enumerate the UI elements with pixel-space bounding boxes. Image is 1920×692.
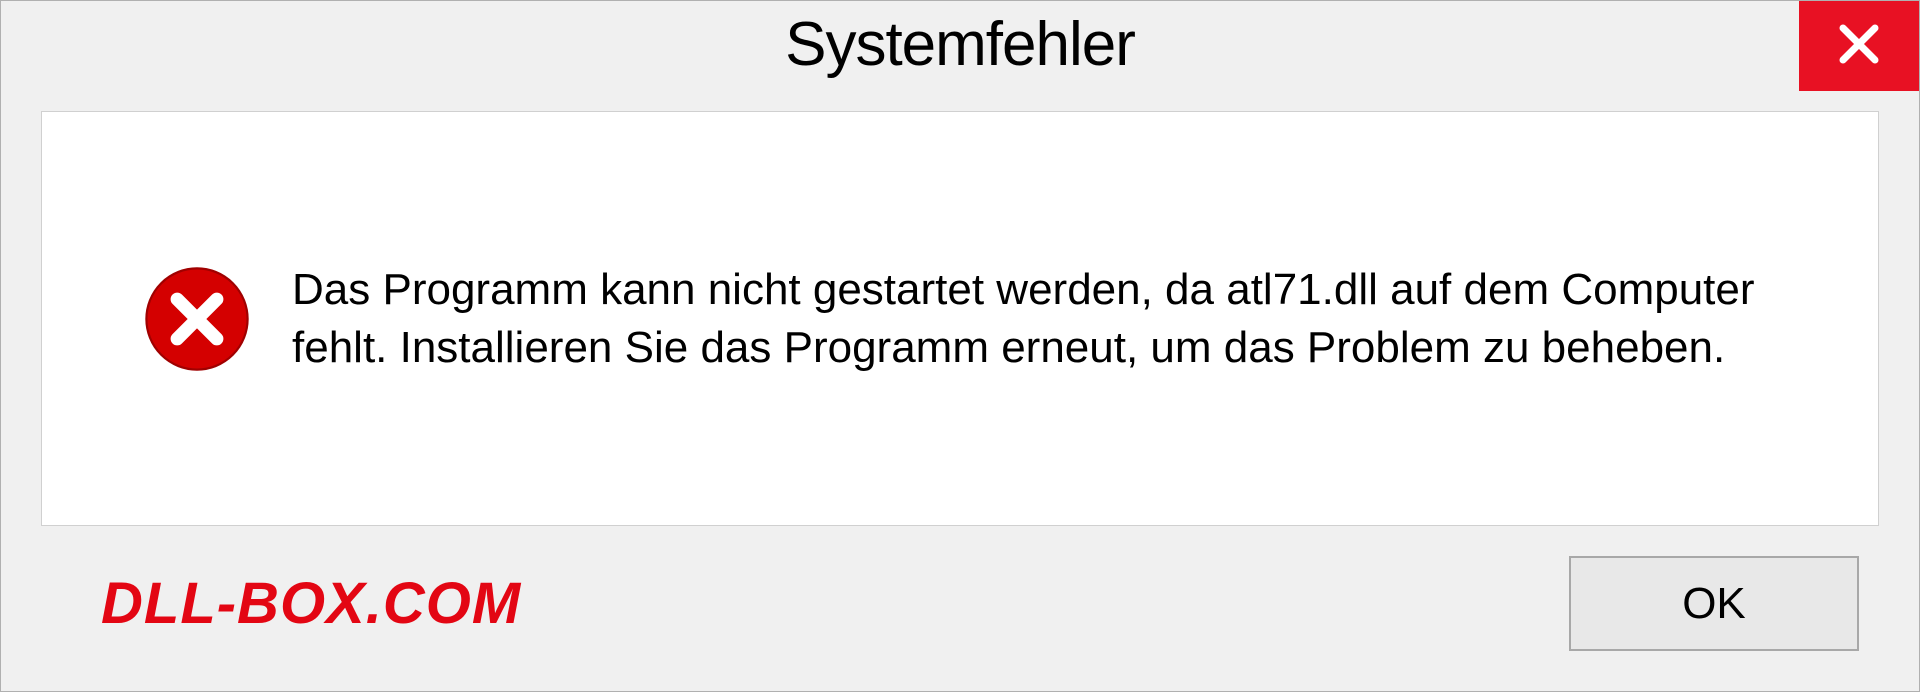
titlebar: Systemfehler	[1, 1, 1919, 101]
content-area: Das Programm kann nicht gestartet werden…	[41, 111, 1879, 526]
error-message: Das Programm kann nicht gestartet werden…	[292, 261, 1798, 375]
close-icon	[1835, 20, 1883, 73]
close-button[interactable]	[1799, 1, 1919, 91]
watermark-text: DLL-BOX.COM	[101, 570, 521, 637]
ok-button[interactable]: OK	[1569, 556, 1859, 651]
error-dialog: Systemfehler Das Programm kann nicht ges…	[0, 0, 1920, 692]
error-icon	[142, 264, 252, 374]
footer: DLL-BOX.COM OK	[1, 546, 1919, 691]
dialog-title: Systemfehler	[785, 9, 1135, 80]
